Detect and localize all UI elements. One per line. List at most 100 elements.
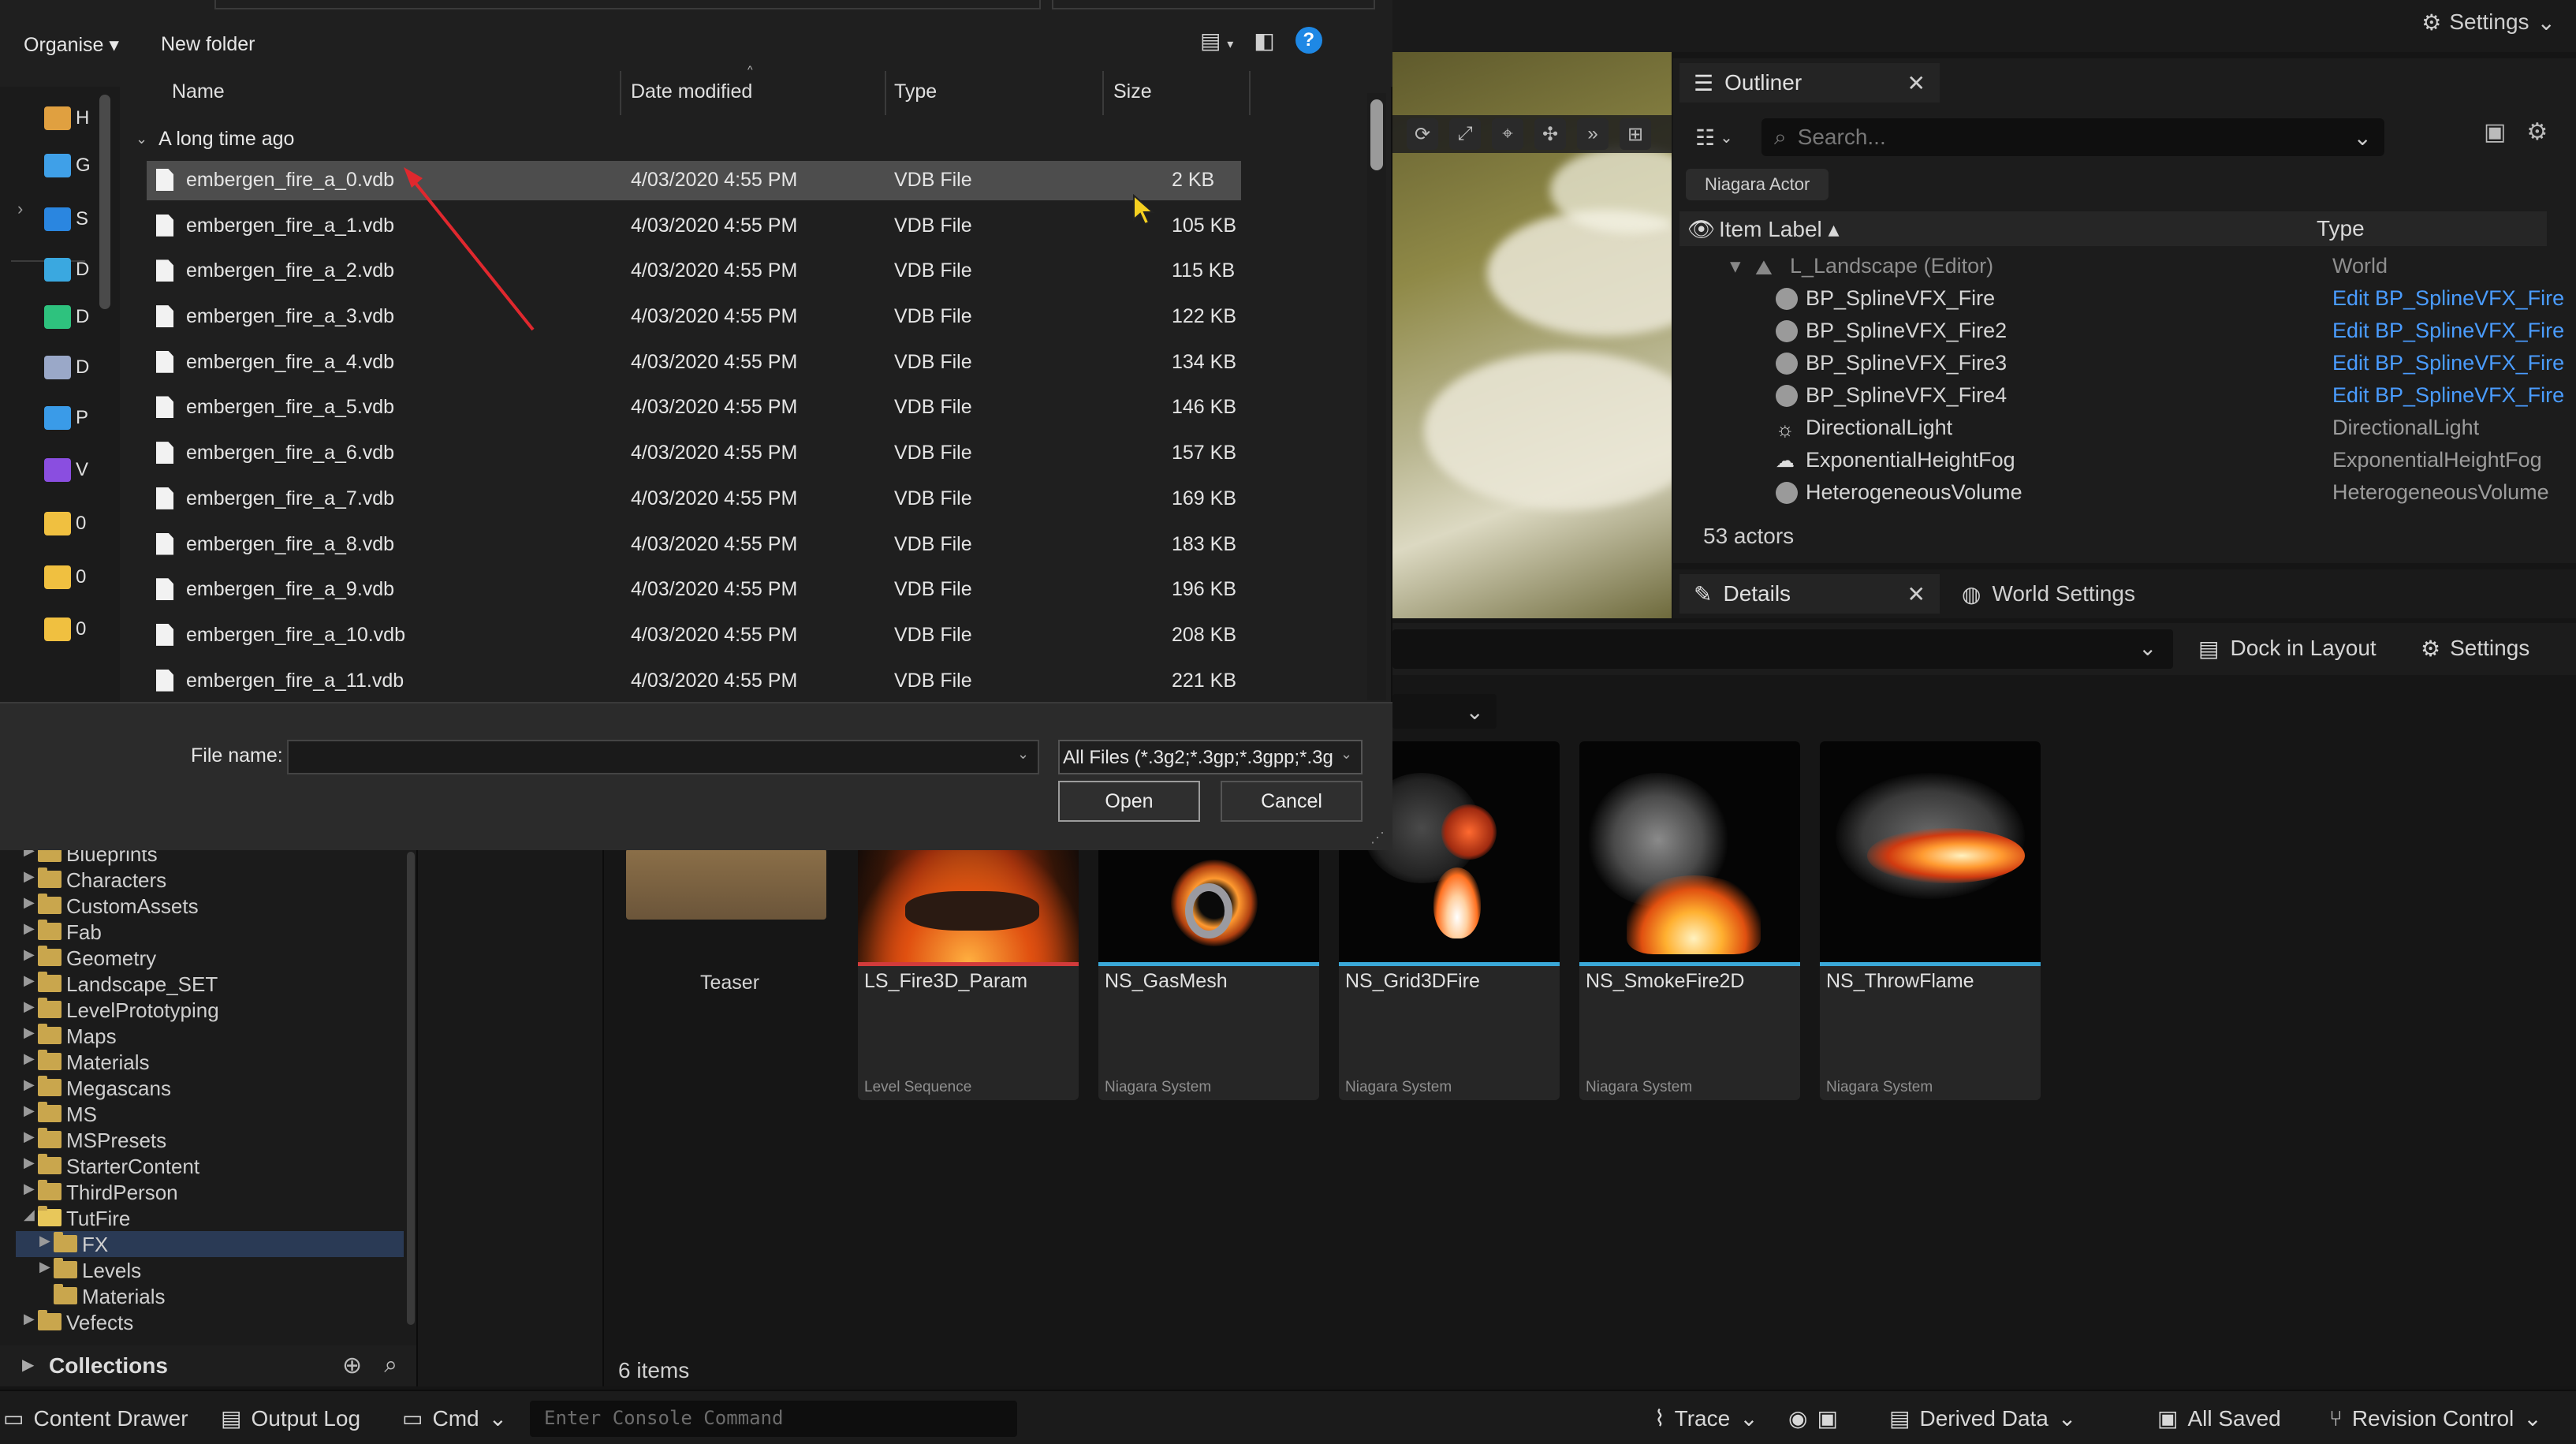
file-row[interactable]: embergen_fire_a_5.vdb 4/03/2020 4:55 PM VD… — [147, 386, 1244, 432]
folder-tree-item[interactable]: Materials — [16, 1283, 404, 1309]
editor-settings-button[interactable]: ⚙ Settings ⌄ — [2421, 6, 2555, 38]
nav-item[interactable]: 0 — [44, 562, 115, 593]
expand-arrow-icon[interactable]: ▶ — [24, 998, 35, 1015]
gear-icon[interactable]: ⚙ — [2526, 118, 2548, 146]
folder-tree-item[interactable]: ▶ Characters — [16, 867, 404, 893]
cmd-dropdown[interactable]: ▭ Cmd ⌄ — [402, 1405, 507, 1431]
record-icon[interactable]: ◉ — [1788, 1405, 1807, 1431]
nav-item[interactable]: G — [44, 150, 115, 181]
collections-bar[interactable]: ▶ Collections ⊕ ⌕ — [0, 1345, 416, 1386]
folder-tree-item[interactable]: ▶ Geometry — [16, 945, 404, 971]
new-folder-button[interactable]: New folder — [161, 33, 255, 56]
expand-arrow-icon[interactable]: ▶ — [24, 1311, 35, 1327]
close-icon[interactable]: ✕ — [1907, 70, 1925, 96]
search-box[interactable] — [1052, 0, 1375, 9]
nav-item[interactable]: P — [44, 402, 115, 434]
snap-icon[interactable]: ✣ — [1534, 118, 1566, 150]
screenshot-icon[interactable]: ▣ — [1817, 1405, 1837, 1431]
search-icon[interactable]: ⌕ — [384, 1352, 397, 1379]
edit-blueprint-link[interactable]: Edit BP_SplineVFX_Fire — [2332, 383, 2564, 408]
column-divider[interactable] — [620, 71, 621, 115]
scale-icon[interactable]: ⤢ — [1449, 118, 1481, 150]
address-bar[interactable] — [214, 0, 1041, 9]
outliner-row[interactable]: BP_SplineVFX_Fire3 Edit BP_SplineVFX_Fir… — [1679, 348, 2564, 380]
more-icon[interactable]: » — [1577, 118, 1609, 150]
outliner-row[interactable]: ☁ ExponentialHeightFog ExponentialHeight… — [1679, 445, 2563, 477]
column-size[interactable]: Size — [1113, 80, 1152, 103]
folder-tree-item[interactable]: ▶ Levels — [16, 1257, 404, 1283]
expand-arrow-icon[interactable]: ▶ — [24, 1103, 35, 1119]
help-icon[interactable]: ? — [1295, 27, 1322, 54]
file-row[interactable]: embergen_fire_a_6.vdb 4/03/2020 4:55 PM VD… — [147, 432, 1244, 478]
file-row[interactable]: embergen_fire_a_7.vdb 4/03/2020 4:55 PM VD… — [147, 478, 1244, 524]
filter-button[interactable]: ☷ ⌄ — [1695, 118, 1750, 156]
outliner-row[interactable]: ☼ DirectionalLight DirectionalLight — [1679, 412, 2563, 445]
nav-item[interactable]: D — [44, 301, 115, 333]
camera-icon[interactable]: ⌖ — [1492, 118, 1523, 150]
folder-tree-item[interactable]: ▶ CustomAssets — [16, 893, 404, 919]
outliner-row-landscape[interactable]: ▾ ⛰ L_Landscape (Editor) World — [1679, 251, 2563, 283]
expand-arrow-icon[interactable]: ▶ — [24, 1076, 35, 1093]
all-saved-button[interactable]: ▣ All Saved — [2157, 1405, 2281, 1431]
tab-world-settings[interactable]: ◍ World Settings — [1948, 574, 2149, 614]
nav-item[interactable]: S — [44, 203, 115, 235]
details-dropdown[interactable] — [1392, 629, 2173, 669]
resize-grip-icon[interactable]: ⋰ — [1370, 830, 1385, 846]
expand-arrow-icon[interactable]: ▶ — [24, 1050, 35, 1067]
nav-item[interactable]: H — [44, 103, 115, 134]
add-folder-icon[interactable]: ▣ — [2484, 118, 2506, 146]
chevron-down-icon[interactable]: ⌄ — [2138, 635, 2157, 661]
folder-tree-item[interactable]: ▶ MS — [16, 1101, 404, 1127]
expand-arrow-icon[interactable]: ▶ — [24, 1024, 35, 1041]
view-options-icon[interactable]: ▤ ▾ — [1200, 28, 1233, 54]
folder-tree-item[interactable]: ▶ Materials — [16, 1049, 404, 1075]
outliner-row[interactable]: BP_SplineVFX_Fire Edit BP_SplineVFX_Fire — [1679, 283, 2564, 315]
expand-arrow-icon[interactable]: ▶ — [39, 1259, 50, 1275]
teaser-thumbnail[interactable] — [626, 849, 826, 920]
column-divider[interactable] — [1102, 71, 1104, 115]
column-divider[interactable] — [1249, 71, 1251, 115]
content-filter-dropdown[interactable]: ⌄ — [1392, 694, 1497, 729]
file-name-input[interactable] — [287, 740, 1039, 774]
expand-arrow-icon[interactable]: ▶ — [24, 1155, 35, 1171]
expand-arrow-icon[interactable]: ▶ — [22, 1355, 34, 1375]
nav-item[interactable]: D — [44, 254, 115, 285]
folder-tree-item[interactable]: ▶ FX — [16, 1231, 404, 1257]
column-type[interactable]: Type — [894, 80, 937, 103]
expand-arrow-icon[interactable]: ▶ — [39, 1233, 50, 1249]
edit-blueprint-link[interactable]: Edit BP_SplineVFX_Fire — [2332, 286, 2564, 311]
content-drawer-button[interactable]: ▭ Content Drawer — [3, 1405, 188, 1431]
outliner-search-input[interactable]: ⌕ Search... ⌄ — [1761, 118, 2384, 156]
file-row[interactable]: embergen_fire_a_4.vdb 4/03/2020 4:55 PM VD… — [147, 341, 1244, 387]
nav-item[interactable]: D — [44, 352, 115, 383]
open-button[interactable]: Open — [1058, 781, 1200, 822]
nav-item[interactable]: 0 — [44, 508, 115, 539]
chevron-down-icon[interactable]: ⌄ — [2354, 125, 2372, 151]
file-list-scrollbar[interactable] — [1367, 93, 1386, 700]
file-row[interactable]: embergen_fire_a_9.vdb 4/03/2020 4:55 PM VD… — [147, 569, 1244, 614]
column-type[interactable]: Type — [2317, 216, 2365, 241]
tab-details[interactable]: ✎ Details ✕ — [1679, 574, 1940, 614]
folder-tree-item[interactable]: ▶ ThirdPerson — [16, 1179, 404, 1205]
revision-control-button[interactable]: ⑂ Revision Control ⌄ — [2329, 1405, 2542, 1431]
scrollbar-thumb[interactable] — [1370, 99, 1383, 170]
preview-pane-icon[interactable]: ◧ — [1254, 28, 1274, 54]
column-name[interactable]: Name — [172, 80, 225, 103]
dock-in-layout-button[interactable]: ▤ Dock in Layout — [2198, 631, 2377, 666]
organise-menu[interactable]: Organise ▾ — [24, 33, 119, 57]
file-row[interactable]: embergen_fire_a_11.vdb 4/03/2020 4:55 PM V… — [147, 660, 1244, 706]
outliner-row[interactable]: BP_SplineVFX_Fire4 Edit BP_SplineVFX_Fir… — [1679, 380, 2564, 412]
nav-item[interactable]: V — [44, 454, 115, 486]
derived-data-button[interactable]: ▤ Derived Data ⌄ — [1889, 1405, 2076, 1431]
column-date-modified[interactable]: Date modified — [631, 80, 752, 103]
group-header[interactable]: ⌄ A long time ago — [136, 128, 294, 151]
tab-outliner[interactable]: ☰ Outliner ✕ — [1679, 63, 1940, 103]
expand-arrow-icon[interactable]: ▶ — [24, 1129, 35, 1145]
details-settings-button[interactable]: ⚙ Settings — [2421, 631, 2529, 666]
layout-grid-icon[interactable]: ⊞ — [1620, 118, 1651, 150]
add-collection-icon[interactable]: ⊕ — [342, 1352, 362, 1379]
column-divider[interactable] — [885, 71, 886, 115]
nav-item[interactable]: 0 — [44, 614, 115, 645]
chevron-down-icon[interactable]: ⌄ — [1340, 746, 1352, 763]
outliner-row[interactable]: BP_SplineVFX_Fire2 Edit BP_SplineVFX_Fir… — [1679, 315, 2564, 348]
